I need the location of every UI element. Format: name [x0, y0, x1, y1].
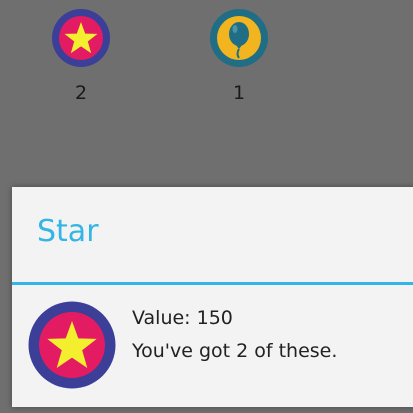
- dialog-divider: [12, 282, 413, 285]
- badge-value-text: Value: 150: [132, 307, 233, 329]
- star-badge-icon: [52, 9, 110, 67]
- badge-owned-message: You've got 2 of these.: [132, 340, 338, 362]
- badge-item-star[interactable]: 2: [41, 8, 121, 103]
- balloon-badge-icon: [210, 9, 268, 67]
- badge-item-balloon[interactable]: 1: [199, 8, 279, 103]
- screen: 2 1 Star Value: 150 You've got 2 of thes…: [0, 0, 413, 413]
- dialog-title: Star: [37, 214, 99, 249]
- badge-detail-dialog: Star Value: 150 You've got 2 of these.: [12, 187, 413, 407]
- badge-count: 2: [74, 82, 88, 104]
- badge-count: 1: [232, 82, 246, 104]
- star-badge-icon: [28, 301, 116, 389]
